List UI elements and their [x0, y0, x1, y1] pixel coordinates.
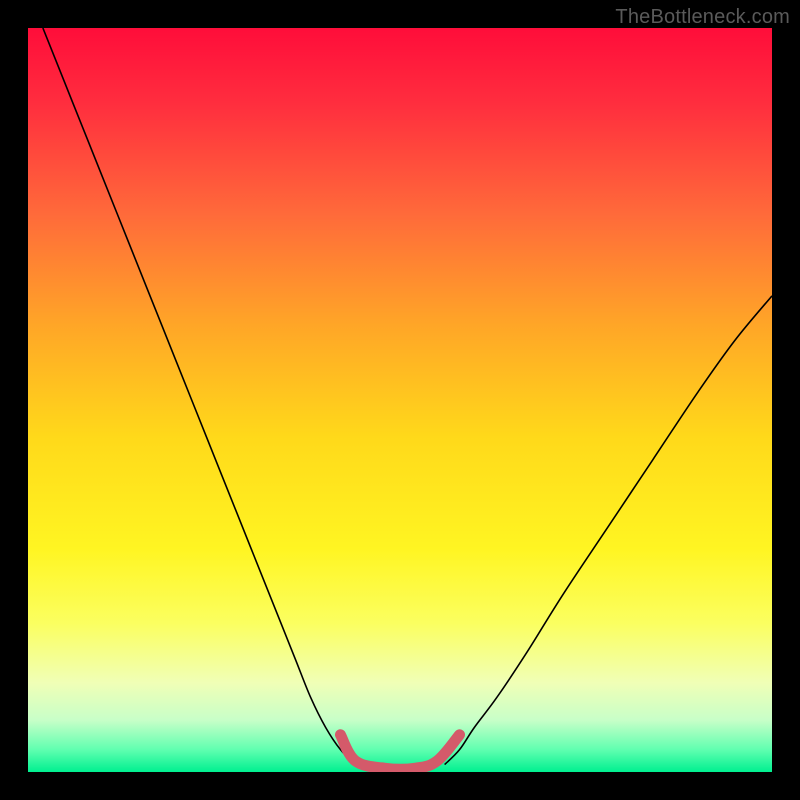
bottleneck-chart	[28, 28, 772, 772]
plot-background	[28, 28, 772, 772]
chart-frame: TheBottleneck.com	[0, 0, 800, 800]
watermark-text: TheBottleneck.com	[615, 6, 790, 29]
